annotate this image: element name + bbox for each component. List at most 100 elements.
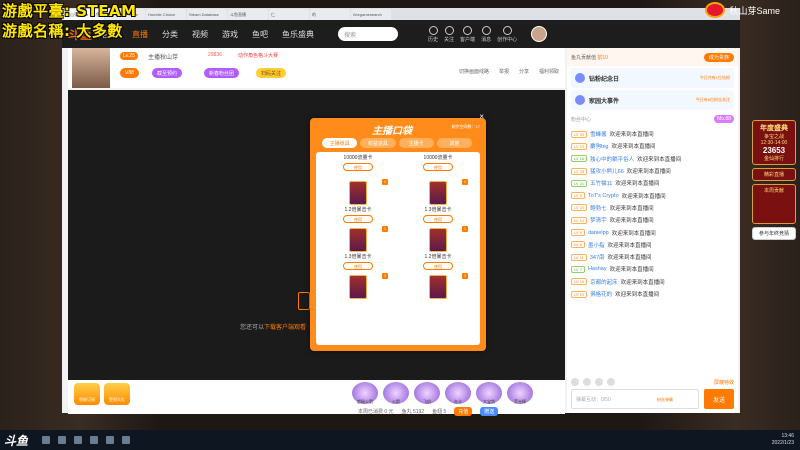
follow-button[interactable]: 关注 (444, 25, 454, 43)
browser-tab[interactable]: 斗鱼直播 (228, 9, 268, 20)
nav-game[interactable]: 游戏 (222, 29, 238, 40)
checkin-gift-icon[interactable]: 签到大礼 (104, 383, 130, 405)
use-item-button[interactable]: 使用 (423, 215, 453, 223)
explorer-icon[interactable] (122, 436, 131, 444)
chat-username[interactable]: 雪峰酱 (590, 130, 607, 138)
chat-username[interactable]: 京都的起床 (590, 278, 618, 286)
message-button[interactable]: 消息 (481, 25, 491, 43)
chrome-icon[interactable] (106, 436, 115, 444)
chat-username[interactable]: Hashay (588, 266, 607, 272)
charge-button[interactable]: 充值 (454, 407, 473, 416)
browser-tab[interactable]: Humble Choice (146, 9, 186, 20)
chat-username[interactable]: 鲍勃七 (590, 204, 607, 212)
fan-medal[interactable]: Mo.88 (714, 115, 734, 123)
use-item-button[interactable]: 使用 (343, 163, 373, 171)
gift-item[interactable]: 火箭 (383, 382, 409, 404)
user-level-badge: LV 21 (571, 179, 588, 187)
home-event-card[interactable]: 家园大事件 今日有6位粉丝关注 (571, 90, 734, 110)
follow-qr-button[interactable]: 扫码关注 (256, 68, 287, 78)
tab-streamer-props[interactable]: 主播道具 (322, 138, 358, 148)
chat-username[interactable]: 俱格花的 (590, 290, 612, 298)
use-item-button[interactable]: 使用 (423, 163, 453, 171)
browser-tab[interactable]: 仁 (269, 9, 309, 20)
streamer-watermark: 秋山芽Same (705, 2, 780, 18)
gift-item[interactable]: 荧光棒 (507, 382, 533, 404)
promo-festival[interactable]: 年度盛典 争宝之战 12:30-14:00 23653 金仙排行 (752, 120, 796, 165)
tab-streamer-cards[interactable]: 主播卡 (398, 138, 434, 148)
chat-username[interactable]: 猛攻小熊儿66 (590, 167, 624, 175)
gift-item[interactable]: 飞机 (414, 382, 440, 404)
chat-username[interactable]: 梦清宇 (590, 216, 607, 224)
promo-live[interactable]: 精彩直播 (752, 168, 796, 181)
gift-item[interactable]: 办卡 (445, 382, 471, 404)
user-level-badge: LV 6 (571, 241, 585, 249)
user-avatar[interactable] (531, 26, 548, 42)
subscribe-gift-icon[interactable]: 鱼粮订阅 (74, 383, 100, 405)
use-item-button[interactable]: 使用 (343, 215, 373, 223)
more-icon[interactable] (607, 378, 615, 386)
nav-fishbar[interactable]: 鱼吧 (252, 29, 268, 40)
streamer-tag[interactable]: 动作角色格斗大赛 (238, 52, 278, 59)
emoji-icon[interactable] (571, 378, 579, 386)
user-level-badge: LV 10 (571, 290, 588, 298)
send-gift-button[interactable]: 赠送 (480, 407, 499, 416)
card-icon (429, 275, 447, 299)
chat-username[interactable]: 五竹猫11 (590, 179, 612, 187)
chat-input[interactable]: 弹幕互动：0/50 (571, 389, 699, 409)
tab-other[interactable]: 其他 (436, 138, 472, 148)
chat-username[interactable]: 347南 (590, 253, 605, 261)
pocket-item: 1 1.2倍暴击卡 使用 (404, 226, 472, 270)
promo-contribution[interactable]: 本周贡献 (752, 184, 796, 224)
nav-live[interactable]: 直播 (132, 29, 148, 40)
start-icon[interactable] (42, 436, 51, 444)
browser-tab[interactable]: 的 (310, 9, 350, 20)
pocket-item: 1 (324, 273, 392, 317)
noble-button[interactable]: 成为贵族 (703, 52, 734, 62)
steam-icon[interactable] (90, 436, 99, 444)
card-icon (349, 181, 367, 205)
streamer-avatar[interactable] (72, 48, 110, 88)
chat-username[interactable]: 麝狗big (590, 142, 608, 150)
browser-tab[interactable]: iVorgamesearch (351, 9, 391, 20)
browser-tab[interactable]: Steam Database (187, 9, 227, 20)
close-icon[interactable]: × (479, 112, 484, 121)
search-input[interactable]: 搜索 (338, 27, 399, 41)
chat-tools: 屏蔽特效 (571, 377, 734, 387)
search-task-icon[interactable] (58, 436, 67, 444)
gift-item[interactable]: 大宝剑 (476, 382, 502, 404)
chat-username[interactable]: ToT's Crypto (588, 193, 619, 199)
nav-category[interactable]: 分类 (162, 29, 178, 40)
benefits-link[interactable]: 福利领取 (539, 68, 559, 75)
chat-username[interactable]: 独心中的躺平俗人 (590, 155, 634, 163)
chat-send-button[interactable]: 发送 (704, 389, 734, 409)
nav-festival[interactable]: 鱼乐盛典 (282, 29, 314, 40)
taskbar: 斗鱼 13:46 2022/1/23 (0, 430, 800, 450)
creator-button[interactable]: 创作中心 (497, 25, 517, 43)
report-link[interactable]: 举报 (499, 68, 509, 75)
diamond-fan-card[interactable]: 钻粉纪念日 今日共有1位钻粉 (571, 68, 734, 88)
system-clock[interactable]: 13:46 2022/1/23 (772, 433, 794, 447)
message-icon (481, 25, 491, 35)
history-button[interactable]: 历史 (428, 25, 438, 43)
tab-rights-props[interactable]: 权益道具 (360, 138, 396, 148)
client-button[interactable]: 客户端 (460, 25, 475, 43)
gift-icon[interactable] (583, 378, 591, 386)
fan-club-button[interactable]: 新春粉丝团 (204, 68, 240, 78)
task-view-icon[interactable] (74, 436, 83, 444)
nav-video[interactable]: 视频 (192, 29, 208, 40)
video-side-button[interactable] (298, 292, 310, 310)
shield-effects-toggle[interactable]: 屏蔽特效 (714, 379, 734, 386)
switch-line-link[interactable]: 切换画面线路 (459, 68, 489, 75)
reserve-button[interactable]: 截至预约 (152, 68, 183, 78)
use-item-button[interactable]: 使用 (423, 262, 453, 270)
download-client-link[interactable]: 下载客户端观看 (264, 325, 306, 331)
use-item-button[interactable]: 使用 (343, 262, 373, 270)
fan-danmaku-toggle[interactable]: 粉丝弹幕 (657, 397, 673, 403)
chat-username[interactable]: danielpp (588, 230, 609, 236)
share-link[interactable]: 分享 (519, 68, 529, 75)
chat-username[interactable]: 墨小指 (588, 241, 605, 249)
gift-item[interactable]: 超级火箭 (352, 382, 378, 404)
streamer-vip-button[interactable]: V88 (120, 68, 139, 78)
fans-icon[interactable] (595, 378, 603, 386)
promo-guess[interactable]: 参与年终竞猜 (752, 227, 796, 240)
